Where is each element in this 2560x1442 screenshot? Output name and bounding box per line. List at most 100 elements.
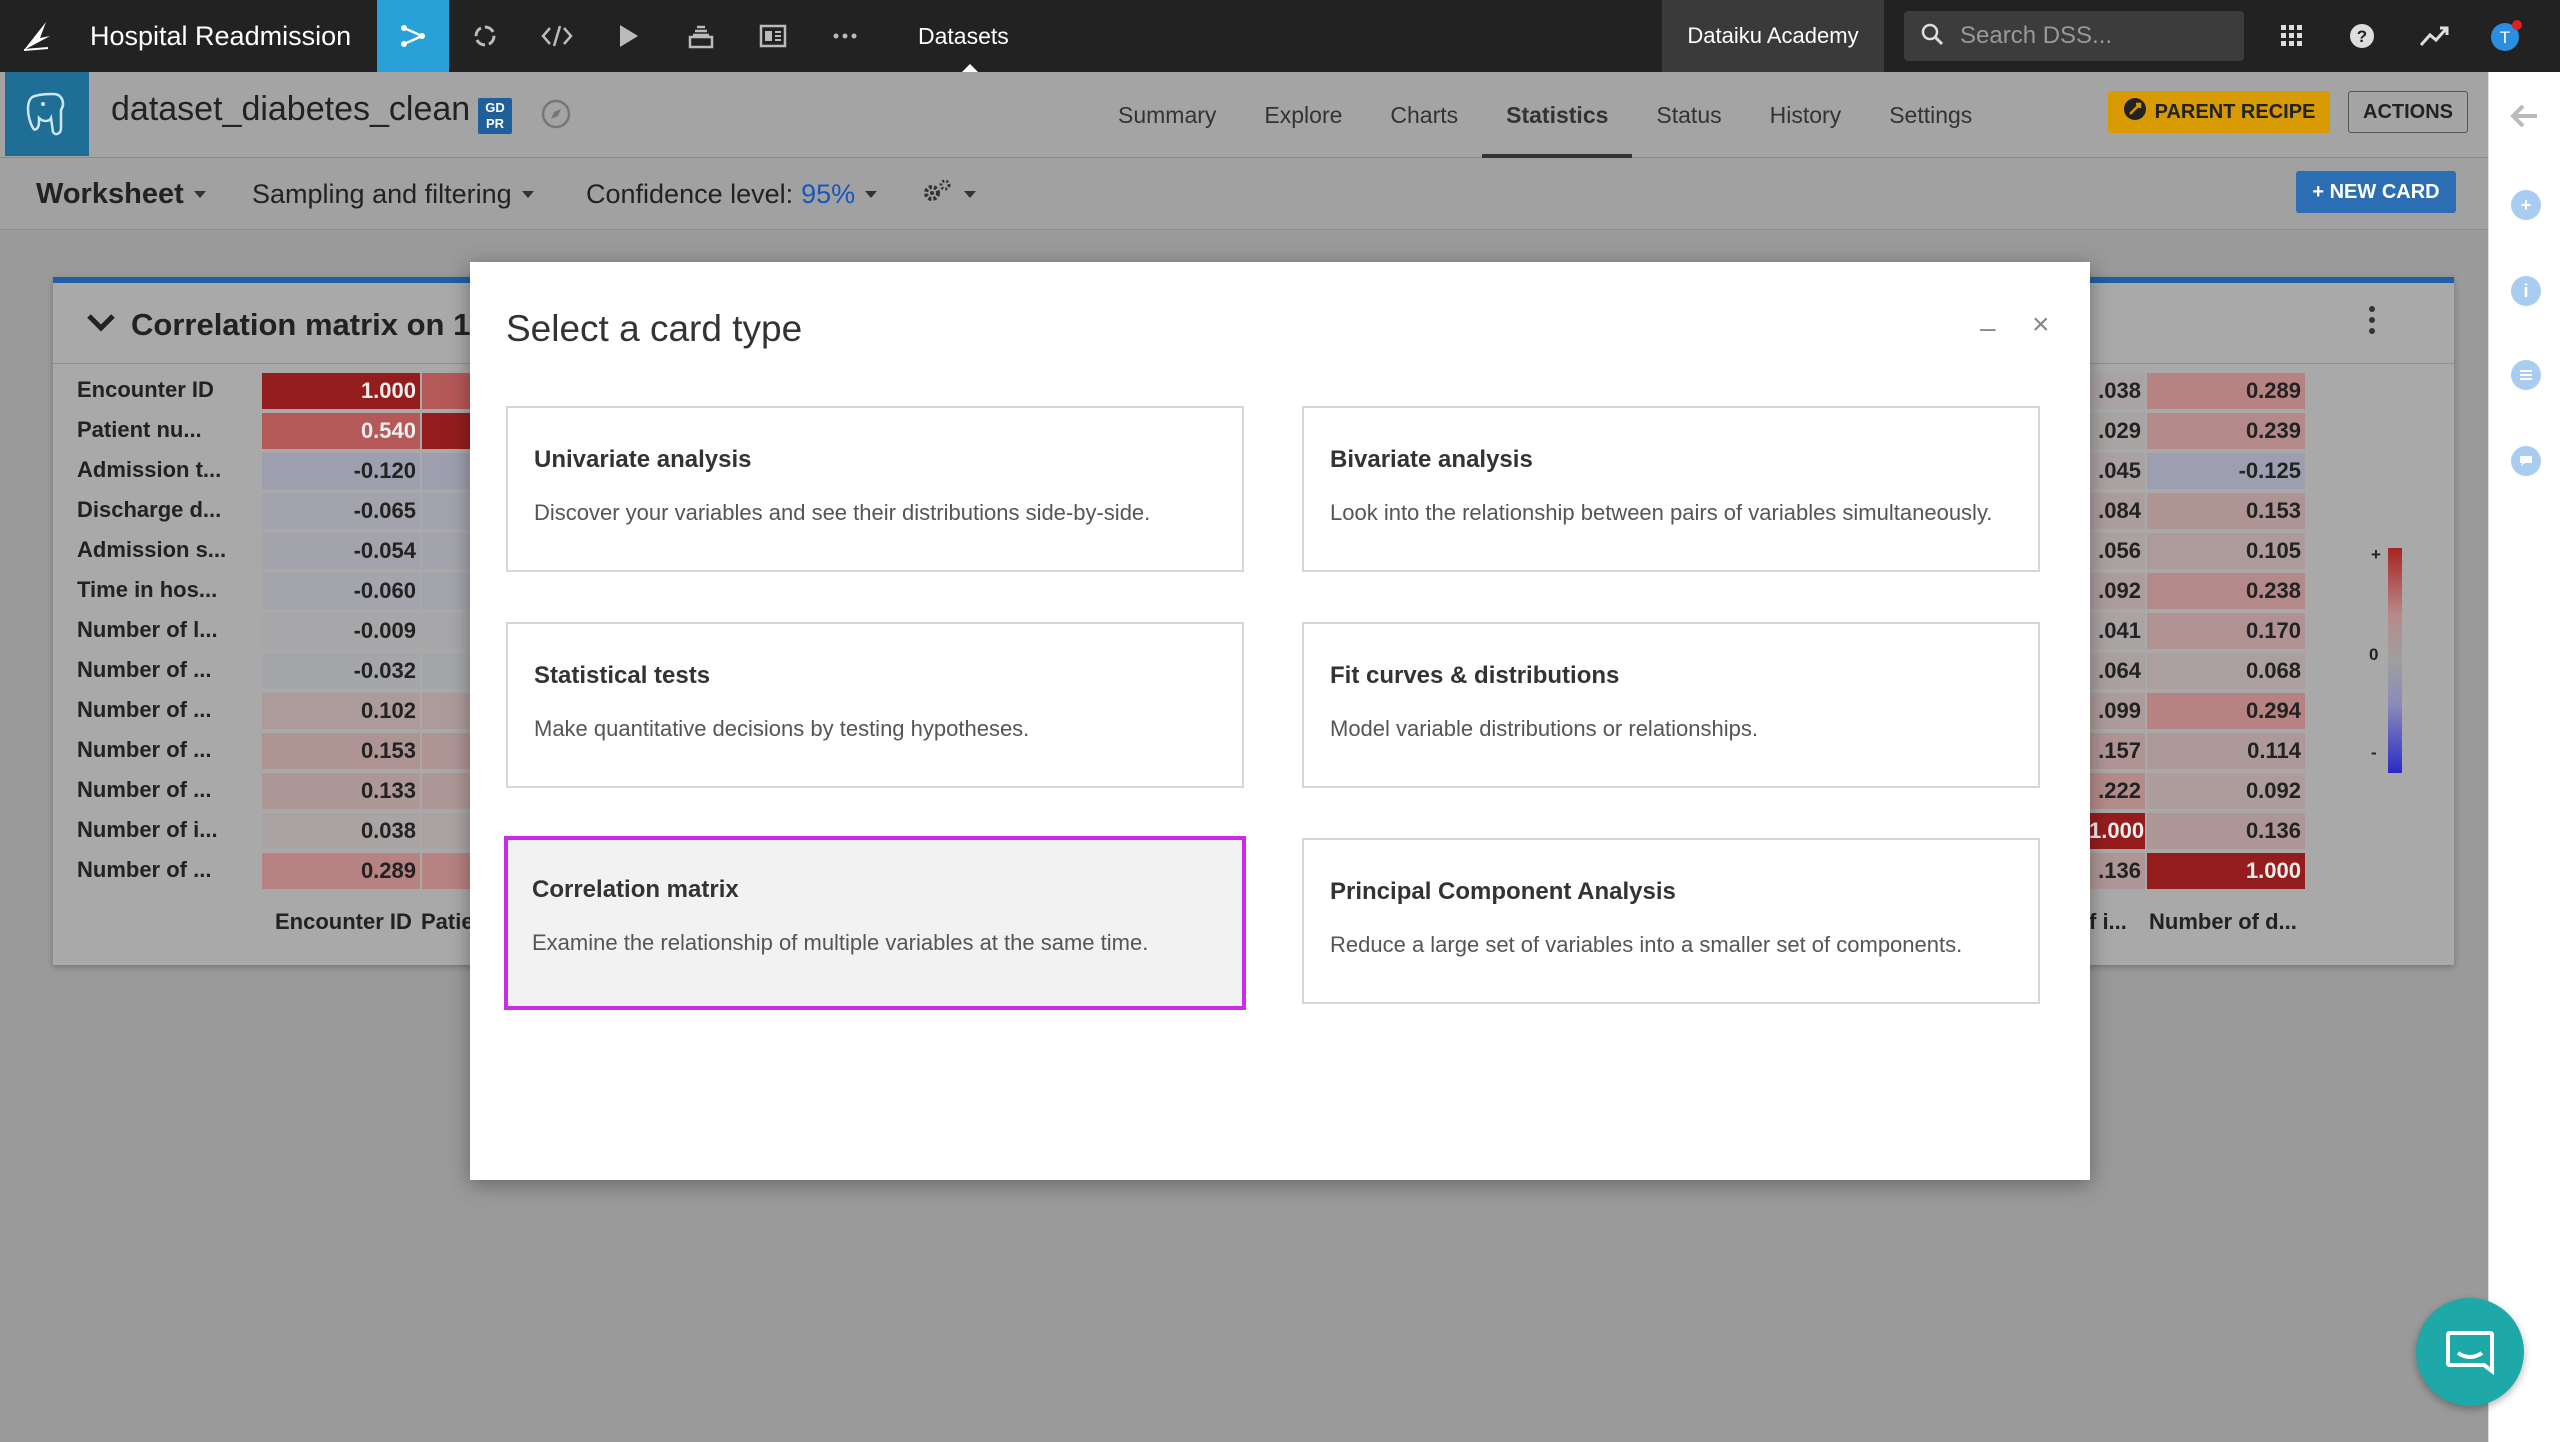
matrix-cell-partial[interactable]: [422, 613, 472, 649]
matrix-cell[interactable]: .084: [2089, 493, 2145, 529]
chevron-down-icon[interactable]: [86, 313, 116, 338]
matrix-cell[interactable]: 0.238: [2147, 573, 2305, 609]
run-icon[interactable]: [593, 0, 665, 72]
deploy-icon[interactable]: [665, 0, 737, 72]
matrix-cell-partial[interactable]: [422, 693, 472, 729]
close-icon[interactable]: ×: [2032, 308, 2050, 342]
matrix-cell[interactable]: 0.136: [2147, 813, 2305, 849]
tab-charts[interactable]: Charts: [1366, 72, 1482, 158]
avatar[interactable]: T: [2470, 0, 2542, 72]
matrix-cell[interactable]: -0.032: [262, 653, 420, 689]
matrix-cell[interactable]: -0.125: [2147, 453, 2305, 489]
matrix-cell[interactable]: .136: [2089, 853, 2145, 889]
matrix-cell[interactable]: .045: [2089, 453, 2145, 489]
activity-icon[interactable]: [2398, 0, 2470, 72]
sampling-filtering-dropdown[interactable]: Sampling and filtering: [252, 158, 534, 230]
matrix-cell[interactable]: .092: [2089, 573, 2145, 609]
matrix-cell[interactable]: 0.540: [262, 413, 420, 449]
option-univariate-analysis[interactable]: Univariate analysis Discover your variab…: [506, 406, 1244, 572]
matrix-cell[interactable]: 1.000: [2089, 813, 2145, 849]
matrix-cell-partial[interactable]: [422, 413, 472, 449]
minimize-icon[interactable]: –: [1980, 312, 1996, 344]
confidence-level-dropdown[interactable]: Confidence level: 95%: [586, 158, 878, 230]
matrix-cell[interactable]: 0.068: [2147, 653, 2305, 689]
matrix-cell[interactable]: -0.054: [262, 533, 420, 569]
matrix-cell[interactable]: 0.133: [262, 773, 420, 809]
project-name[interactable]: Hospital Readmission: [90, 21, 351, 52]
matrix-cell-partial[interactable]: [422, 493, 472, 529]
tab-settings[interactable]: Settings: [1865, 72, 1996, 158]
option-bivariate-analysis[interactable]: Bivariate analysis Look into the relatio…: [1302, 406, 2040, 572]
worksheet-dropdown[interactable]: Worksheet: [36, 158, 206, 230]
apps-grid-icon[interactable]: [2256, 0, 2328, 72]
matrix-cell[interactable]: .038: [2089, 373, 2145, 409]
matrix-cell[interactable]: .029: [2089, 413, 2145, 449]
dataset-name[interactable]: dataset_diabetes_clean: [111, 90, 470, 129]
matrix-cell[interactable]: .222: [2089, 773, 2145, 809]
option-fit-curves-distributions[interactable]: Fit curves & distributions Model variabl…: [1302, 622, 2040, 788]
matrix-cell[interactable]: 0.294: [2147, 693, 2305, 729]
matrix-cell-partial[interactable]: [422, 773, 472, 809]
matrix-cell[interactable]: 0.105: [2147, 533, 2305, 569]
flow-icon[interactable]: [377, 0, 450, 72]
matrix-cell[interactable]: .056: [2089, 533, 2145, 569]
matrix-cell[interactable]: -0.060: [262, 573, 420, 609]
dataiku-logo-icon[interactable]: [0, 0, 72, 72]
matrix-cell[interactable]: 0.170: [2147, 613, 2305, 649]
matrix-cell[interactable]: .064: [2089, 653, 2145, 689]
tab-explore[interactable]: Explore: [1240, 72, 1366, 158]
chat-icon[interactable]: [2511, 446, 2541, 476]
matrix-cell[interactable]: 0.102: [262, 693, 420, 729]
gdpr-badge[interactable]: GD PR: [478, 98, 512, 134]
more-icon[interactable]: [809, 0, 881, 72]
collapse-arrow-icon[interactable]: [2509, 102, 2541, 135]
matrix-cell[interactable]: -0.009: [262, 613, 420, 649]
matrix-cell-partial[interactable]: [422, 653, 472, 689]
matrix-cell[interactable]: .041: [2089, 613, 2145, 649]
matrix-cell-partial[interactable]: [422, 573, 472, 609]
matrix-cell-partial[interactable]: [422, 733, 472, 769]
tab-statistics[interactable]: Statistics: [1482, 72, 1633, 158]
option-principal-component-analysis[interactable]: Principal Component Analysis Reduce a la…: [1302, 838, 2040, 1004]
refresh-icon[interactable]: [449, 0, 521, 72]
option-correlation-matrix[interactable]: Correlation matrix Examine the relations…: [504, 836, 1246, 1010]
matrix-cell-partial[interactable]: [422, 533, 472, 569]
code-icon[interactable]: [521, 0, 593, 72]
matrix-cell[interactable]: 0.114: [2147, 733, 2305, 769]
nav-section-datasets[interactable]: Datasets: [918, 0, 1009, 72]
matrix-cell[interactable]: 0.289: [2147, 373, 2305, 409]
matrix-cell[interactable]: 1.000: [262, 373, 420, 409]
matrix-cell-partial[interactable]: [422, 813, 472, 849]
search-input[interactable]: Search DSS...: [1904, 11, 2244, 61]
matrix-cell[interactable]: 1.000: [2147, 853, 2305, 889]
new-card-button[interactable]: + NEW CARD: [2296, 171, 2456, 213]
matrix-cell-partial[interactable]: [422, 453, 472, 489]
parent-recipe-button[interactable]: PARENT RECIPE: [2108, 91, 2330, 133]
dashboard-icon[interactable]: [737, 0, 809, 72]
card-title[interactable]: Correlation matrix on 13: [131, 307, 488, 343]
tab-summary[interactable]: Summary: [1094, 72, 1240, 158]
matrix-cell-partial[interactable]: [422, 373, 472, 409]
matrix-cell[interactable]: .157: [2089, 733, 2145, 769]
intercom-chat-icon[interactable]: [2416, 1298, 2524, 1406]
card-menu-icon[interactable]: [2368, 305, 2376, 335]
option-statistical-tests[interactable]: Statistical tests Make quantitative deci…: [506, 622, 1244, 788]
matrix-cell[interactable]: 0.038: [262, 813, 420, 849]
tab-status[interactable]: Status: [1632, 72, 1745, 158]
matrix-cell[interactable]: -0.065: [262, 493, 420, 529]
actions-button[interactable]: ACTIONS: [2348, 91, 2468, 133]
matrix-cell[interactable]: 0.092: [2147, 773, 2305, 809]
matrix-cell[interactable]: .099: [2089, 693, 2145, 729]
instance-name[interactable]: Dataiku Academy: [1662, 0, 1884, 72]
list-icon[interactable]: [2511, 360, 2541, 390]
matrix-cell[interactable]: 0.239: [2147, 413, 2305, 449]
matrix-cell-partial[interactable]: [422, 853, 472, 889]
add-icon[interactable]: +: [2511, 190, 2541, 220]
tab-history[interactable]: History: [1746, 72, 1866, 158]
settings-dropdown[interactable]: [922, 158, 976, 230]
matrix-cell[interactable]: 0.153: [262, 733, 420, 769]
compass-icon[interactable]: [540, 98, 572, 135]
matrix-cell[interactable]: 0.153: [2147, 493, 2305, 529]
matrix-cell[interactable]: -0.120: [262, 453, 420, 489]
info-icon[interactable]: i: [2511, 276, 2541, 306]
